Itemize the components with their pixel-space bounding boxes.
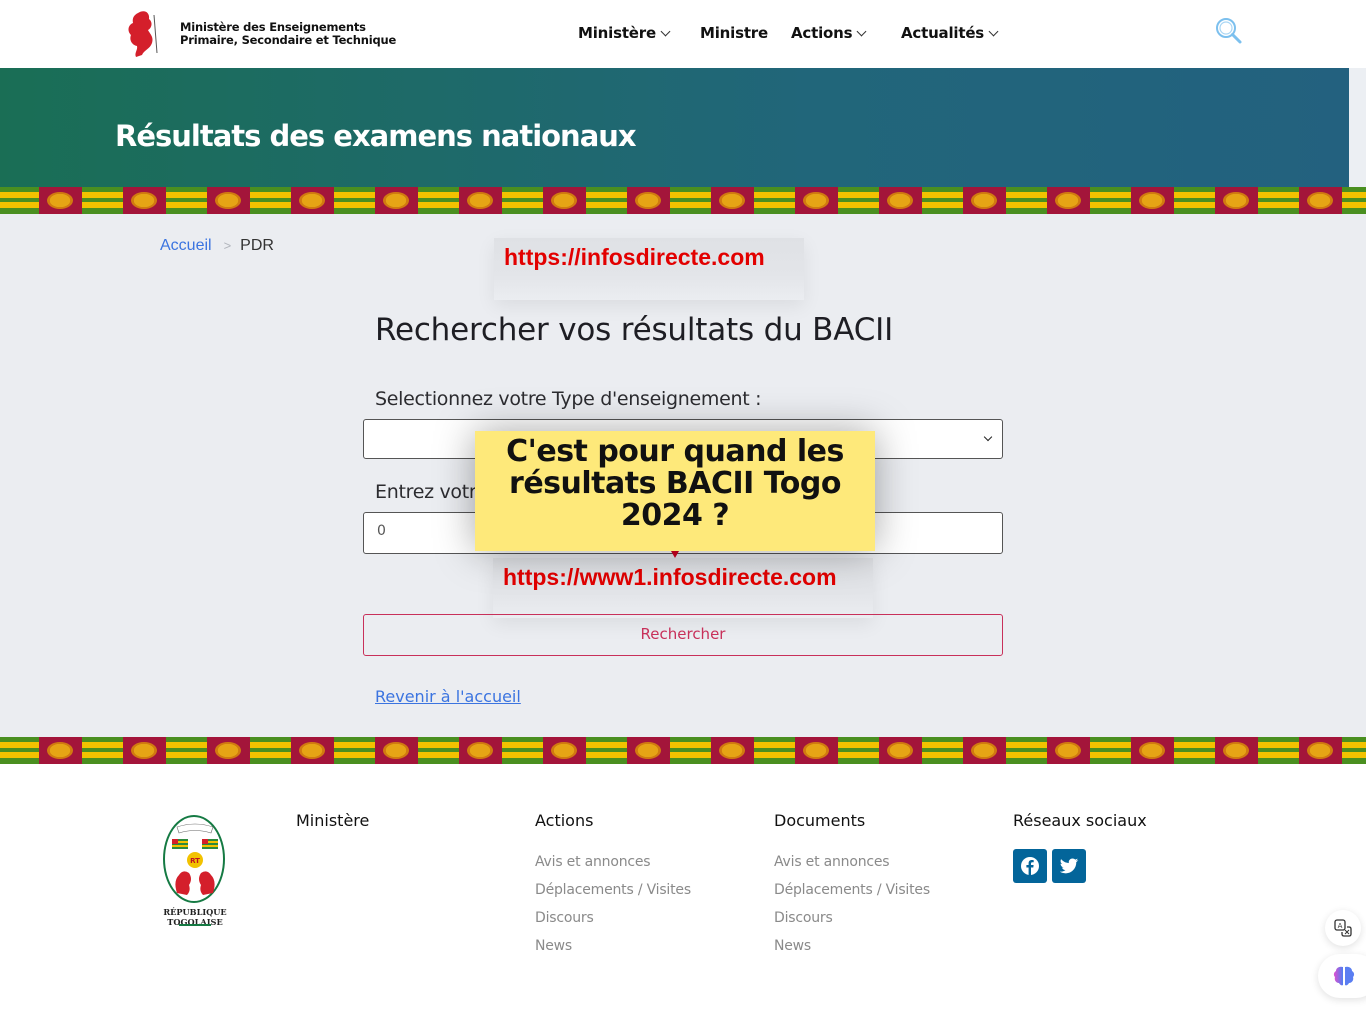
breadcrumb-home-link[interactable]: Accueil [160, 237, 212, 254]
ministry-name-line2: Primaire, Secondaire et Technique [180, 32, 397, 47]
form-title: Rechercher vos résultats du BACII [375, 312, 894, 348]
facebook-icon [1021, 857, 1039, 875]
twitter-button[interactable] [1052, 849, 1086, 883]
footer: RT RÉPUBLIQUE TOGOLAISE Ministère Action… [0, 765, 1366, 1011]
watermark-url-top: https://infosdirecte.com [494, 238, 804, 300]
promo-line-3: 2024 ? [620, 498, 730, 533]
main-content: Accueil > PDR https://infosdirecte.com Rec… [0, 214, 1366, 738]
kente-medallion-icon [467, 742, 493, 759]
footer-link[interactable]: Déplacements / Visites [774, 882, 930, 898]
translate-button[interactable]: A [1325, 910, 1361, 946]
kente-medallion-icon [635, 742, 661, 759]
search-submit-button[interactable]: Rechercher [363, 614, 1003, 656]
republique-togolaise-emblem: RT RÉPUBLIQUE TOGOLAISE [139, 813, 251, 928]
footer-link[interactable]: News [774, 938, 811, 954]
footer-link[interactable]: Discours [535, 910, 594, 926]
kente-medallion-icon [383, 742, 409, 759]
twitter-icon [1059, 858, 1079, 874]
nav-item-actualites[interactable]: Actualités [901, 24, 999, 42]
coat-of-arms-icon: RT [172, 823, 218, 895]
kente-medallion-icon [971, 192, 997, 209]
nav-label: Actions [791, 24, 853, 42]
kente-medallion-icon [47, 192, 73, 209]
brain-icon [1333, 966, 1355, 986]
footer-link[interactable]: News [535, 938, 572, 954]
kente-medallion-icon [1307, 192, 1333, 209]
kente-medallion-icon [1223, 742, 1249, 759]
kente-medallion-icon [971, 742, 997, 759]
footer-heading-documents: Documents [774, 811, 866, 830]
footer-link[interactable]: Avis et annonces [774, 854, 890, 870]
breadcrumb: Accueil > PDR [160, 237, 274, 255]
kente-medallion-icon [215, 742, 241, 759]
chevron-down-icon [983, 432, 993, 442]
kente-decorative-band [0, 187, 1366, 214]
watermark-url-text: https://www1.infosdirecte.com [503, 564, 837, 590]
pointer-arrow-icon [671, 551, 679, 558]
chevron-down-icon [856, 26, 867, 37]
footer-link[interactable]: Discours [774, 910, 833, 926]
kente-medallion-icon [719, 192, 745, 209]
kente-medallion-icon [47, 742, 73, 759]
emblem-badge-text: RT [190, 857, 200, 865]
footer-link[interactable]: Avis et annonces [535, 854, 651, 870]
footer-heading-social: Réseaux sociaux [1013, 811, 1147, 830]
watermark-url-text: https://infosdirecte.com [504, 244, 765, 270]
kente-medallion-icon [131, 742, 157, 759]
watermark-url-bottom: https://www1.infosdirecte.com [493, 558, 873, 618]
nav-item-ministere[interactable]: Ministère [578, 24, 671, 42]
breadcrumb-current: PDR [240, 237, 274, 254]
kente-medallion-icon [383, 192, 409, 209]
select-label: Selectionnez votre Type d'enseignement : [375, 388, 762, 410]
chevron-down-icon [988, 26, 999, 37]
nav-item-ministre[interactable]: Ministre [700, 24, 768, 42]
kente-medallion-icon [131, 192, 157, 209]
kente-decorative-band [0, 737, 1366, 764]
kente-medallion-icon [299, 742, 325, 759]
kente-medallion-icon [1055, 192, 1081, 209]
kente-medallion-icon [1055, 742, 1081, 759]
kente-medallion-icon [635, 192, 661, 209]
kente-medallion-icon [1223, 192, 1249, 209]
kente-medallion-icon [215, 192, 241, 209]
promo-line-1: C'est pour quand les [506, 434, 844, 469]
promo-overlay-banner: C'est pour quand les résultats BACII Tog… [475, 431, 875, 558]
chevron-down-icon [660, 26, 671, 37]
kente-medallion-icon [551, 192, 577, 209]
kente-medallion-icon [719, 742, 745, 759]
nav-label: Actualités [901, 24, 985, 42]
footer-link[interactable]: Déplacements / Visites [535, 882, 691, 898]
kente-medallion-icon [803, 192, 829, 209]
footer-heading-actions: Actions [535, 811, 594, 830]
translate-icon: A [1334, 919, 1352, 937]
ministry-name[interactable]: Ministère des Enseignements Primaire, Se… [180, 21, 396, 46]
ai-assistant-button[interactable] [1318, 954, 1366, 998]
nav-item-actions[interactable]: Actions [791, 24, 867, 42]
scrollbar-track[interactable] [1349, 68, 1366, 190]
search-icon[interactable] [1214, 16, 1246, 46]
kente-medallion-icon [1139, 192, 1165, 209]
footer-heading-ministere: Ministère [296, 811, 370, 830]
emblem-underline [179, 924, 211, 926]
nav-label: Ministre [700, 24, 768, 42]
kente-medallion-icon [887, 192, 913, 209]
breadcrumb-separator: > [223, 238, 232, 253]
nav-label: Ministère [578, 24, 656, 42]
kente-medallion-icon [299, 192, 325, 209]
ministry-lion-logo-icon[interactable] [124, 9, 160, 59]
promo-line-2: résultats BACII Togo [509, 466, 841, 501]
kente-medallion-icon [803, 742, 829, 759]
svg-text:A: A [1338, 922, 1343, 930]
kente-medallion-icon [467, 192, 493, 209]
top-navigation-bar: Ministère des Enseignements Primaire, Se… [0, 0, 1366, 68]
kente-medallion-icon [1307, 742, 1333, 759]
kente-medallion-icon [887, 742, 913, 759]
ministry-name-line1: Ministère des Enseignements [180, 20, 366, 34]
kente-medallion-icon [1139, 742, 1165, 759]
page-hero-banner: Résultats des examens nationaux [0, 68, 1349, 190]
page-title: Résultats des examens nationaux [115, 119, 637, 153]
kente-medallion-icon [551, 742, 577, 759]
back-to-home-link[interactable]: Revenir à l'accueil [375, 687, 521, 706]
facebook-button[interactable] [1013, 849, 1047, 883]
